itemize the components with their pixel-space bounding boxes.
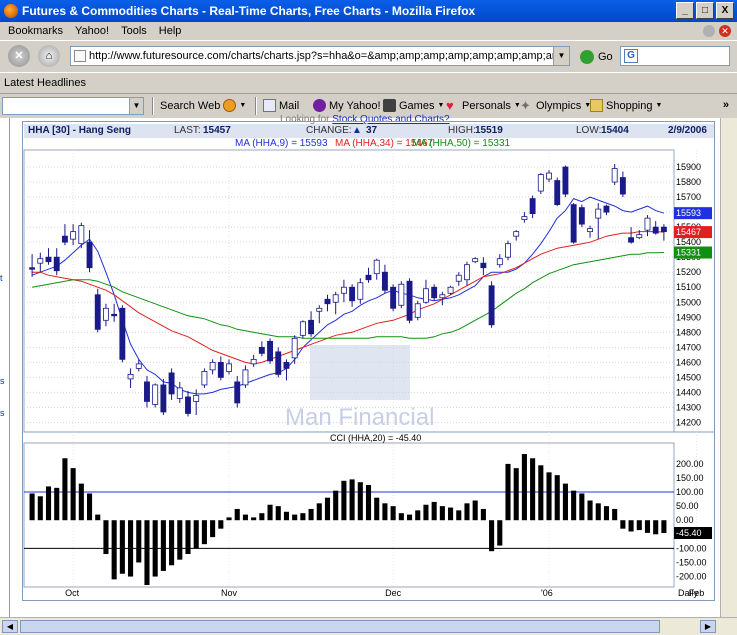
ma50-legend: MA (HHA,50) = 15331 [412, 138, 511, 149]
bookmarks-toolbar: Latest Headlines [0, 72, 737, 94]
yahoo-search-input[interactable]: ▼ [2, 97, 144, 115]
shopping-button[interactable]: Shopping ▼ [590, 99, 662, 112]
search-web-label: Search Web [160, 99, 221, 112]
olympics-button[interactable]: ✦ Olympics ▼ [520, 99, 591, 112]
menu-bookmarks[interactable]: Bookmarks [8, 25, 63, 37]
low-label: LOW: [576, 125, 602, 136]
toolbar-separator [152, 97, 154, 115]
shopping-label: Shopping [606, 99, 653, 112]
mail-label: Mail [279, 99, 300, 112]
heart-icon: ♥ [446, 98, 454, 113]
stop-icon[interactable]: ✕ [8, 44, 30, 67]
chevron-down-icon: ▼ [239, 102, 247, 109]
url-bar[interactable]: http://www.futuresource.com/charts/chart… [70, 46, 570, 66]
left-strip-char: s [0, 408, 5, 418]
go-icon[interactable] [580, 50, 594, 64]
high-value: 15519 [475, 125, 503, 136]
url-dropdown-button[interactable]: ▼ [553, 47, 569, 65]
chart-date: 2/9/2006 [668, 125, 707, 136]
window-title-bar: Futures & Commodities Charts - Real-Time… [0, 0, 737, 22]
left-strip-char: t [0, 273, 3, 283]
mail-button[interactable]: Mail [263, 99, 299, 112]
olympics-icon: ✦ [520, 98, 531, 113]
chart-frame [22, 121, 715, 601]
scroll-right-arrow-icon[interactable]: ▶ [700, 620, 716, 633]
left-page-strip: t s s [0, 118, 10, 618]
ma9-legend: MA (HHA,9) = 15593 [235, 138, 328, 149]
personals-label: Personals [462, 99, 511, 112]
menu-tools[interactable]: Tools [121, 25, 147, 37]
latest-headlines-link[interactable]: Latest Headlines [4, 77, 86, 89]
search-web-button[interactable]: Search Web ▼ [160, 99, 246, 112]
my-yahoo-label: My Yahoo! [329, 99, 381, 112]
page-icon [74, 50, 86, 62]
left-strip-char: s [0, 376, 5, 386]
vertical-scrollbar[interactable] [720, 118, 737, 617]
change-label: CHANGE: [306, 125, 352, 136]
disabled-status-icon [703, 25, 715, 37]
search-dropdown-button[interactable]: ▼ [129, 98, 143, 114]
url-text: http://www.futuresource.com/charts/chart… [89, 50, 570, 62]
menu-bar: Bookmarks Yahoo! Tools Help ✕ [0, 22, 737, 40]
scroll-left-arrow-icon[interactable]: ◀ [2, 620, 18, 633]
navigation-toolbar: ✕ ⌂ http://www.futuresource.com/charts/c… [0, 40, 737, 70]
games-button[interactable]: Games ▼ [383, 99, 444, 112]
close-button[interactable]: X [716, 2, 734, 19]
olympics-label: Olympics [536, 99, 582, 112]
maximize-button[interactable]: □ [696, 2, 714, 19]
change-up-icon: ▲ [352, 125, 362, 136]
window-title: Futures & Commodities Charts - Real-Time… [22, 4, 476, 18]
search-engine-box[interactable]: G [620, 46, 730, 66]
stop-status-icon[interactable]: ✕ [719, 25, 731, 37]
envelope-icon [263, 99, 276, 112]
crosshair-icon [223, 99, 237, 112]
last-value: 15457 [203, 125, 231, 136]
toolbar-overflow-button[interactable]: » [723, 99, 729, 111]
shopping-bag-icon [590, 99, 603, 112]
personals-button[interactable]: ♥ Personals ▼ [446, 99, 521, 112]
games-label: Games [399, 99, 435, 112]
low-value: 15404 [601, 125, 629, 136]
change-value: 37 [366, 125, 378, 136]
home-icon[interactable]: ⌂ [38, 44, 60, 67]
high-label: HIGH: [448, 125, 476, 136]
toolbar-separator [255, 97, 257, 115]
scrollbar-thumb[interactable] [20, 620, 660, 633]
my-yahoo-button[interactable]: My Yahoo! [313, 99, 381, 112]
chart-symbol: HHA [30] - Hang Seng [28, 125, 131, 136]
last-label: LAST: [174, 125, 201, 136]
minimize-button[interactable]: _ [676, 2, 694, 19]
go-button[interactable]: Go [598, 51, 613, 63]
horizontal-scrollbar[interactable]: ◀ ▶ [0, 617, 737, 635]
chart-header: HHA [30] - Hang Seng LAST: 15457 CHANGE:… [24, 124, 714, 138]
cci-title: CCI (HHA,20) = -45.40 [330, 433, 422, 443]
menu-help[interactable]: Help [159, 25, 182, 37]
firefox-icon [4, 4, 18, 18]
google-icon[interactable]: G [624, 49, 638, 63]
chevron-down-icon: ▼ [655, 102, 663, 109]
chevron-down-icon: ▼ [437, 102, 445, 109]
games-icon [383, 99, 396, 112]
my-yahoo-icon [313, 99, 326, 112]
menu-yahoo[interactable]: Yahoo! [75, 25, 109, 37]
